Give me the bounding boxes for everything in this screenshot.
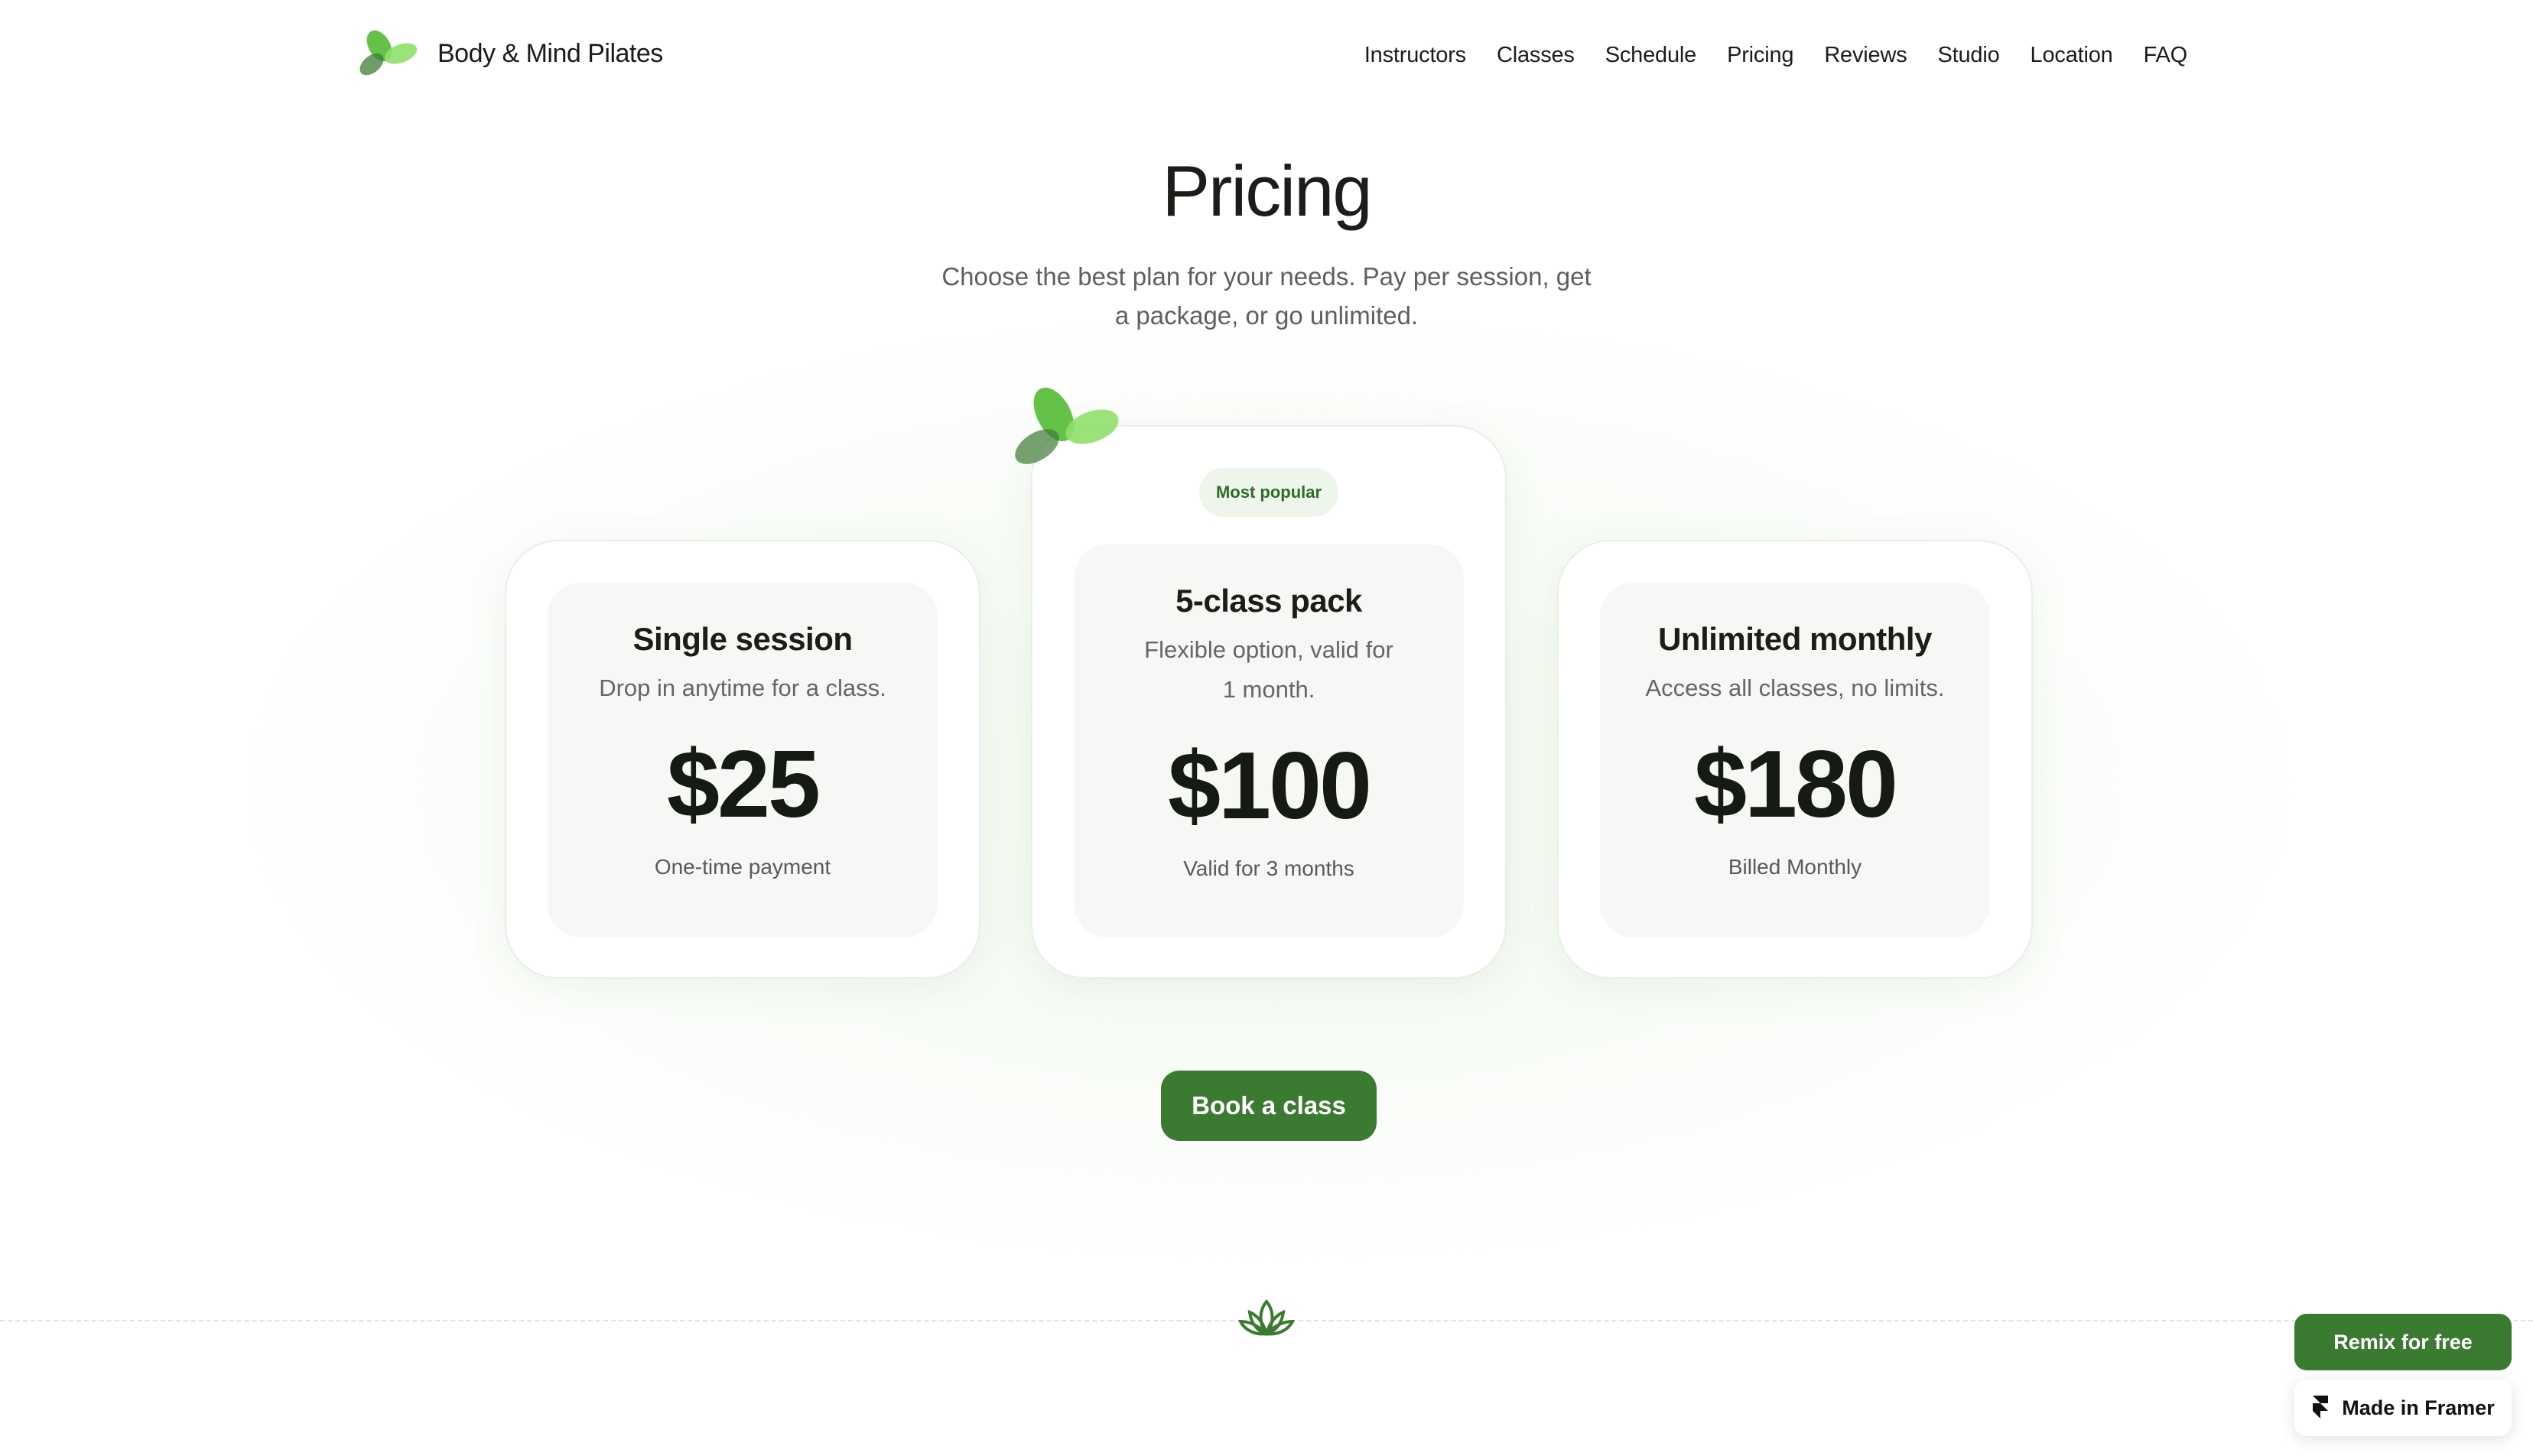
plan-name: Single session	[632, 621, 853, 657]
plan-description: Access all classes, no limits.	[1645, 674, 1945, 701]
plan-name: 5-class pack	[1175, 583, 1362, 619]
lotus-icon	[1237, 1298, 1296, 1337]
brand-name: Body & Mind Pilates	[437, 38, 663, 68]
book-class-button[interactable]: Book a class	[1161, 1071, 1377, 1141]
plan-price: $25	[667, 732, 821, 837]
pricing-card-content: 5-class pack Flexible option, valid for …	[1074, 544, 1464, 938]
plan-description: Drop in anytime for a class.	[599, 674, 886, 701]
main-nav: Instructors Classes Schedule Pricing Rev…	[1364, 43, 2187, 68]
plan-name: Unlimited monthly	[1658, 621, 1932, 657]
most-popular-badge: Most popular	[1199, 468, 1338, 517]
leaf-logo-icon	[359, 30, 418, 76]
framer-label: Made in Framer	[2342, 1396, 2495, 1419]
made-in-framer-badge[interactable]: Made in Framer	[2294, 1380, 2512, 1436]
nav-link-classes[interactable]: Classes	[1497, 43, 1575, 68]
nav-link-studio[interactable]: Studio	[1938, 43, 2000, 68]
pricing-card-unlimited: Unlimited monthly Access all classes, no…	[1557, 540, 2033, 979]
leaf-decoration-icon	[1015, 387, 1119, 464]
page-subtitle: Choose the best plan for your needs. Pay…	[941, 262, 1592, 330]
plan-price: $180	[1694, 732, 1898, 837]
plan-description: Flexible option, valid for 1 month.	[1144, 636, 1393, 703]
brand-logo[interactable]: Body & Mind Pilates	[352, 28, 663, 80]
remix-button[interactable]: Remix for free	[2294, 1314, 2512, 1370]
nav-link-pricing[interactable]: Pricing	[1727, 43, 1793, 68]
nav-link-location[interactable]: Location	[2031, 43, 2113, 68]
lotus-divider	[1236, 1295, 1297, 1341]
plan-price-note: One-time payment	[654, 855, 831, 879]
framer-icon	[2313, 1396, 2329, 1419]
nav-link-schedule[interactable]: Schedule	[1605, 43, 1697, 68]
nav-link-reviews[interactable]: Reviews	[1824, 43, 1907, 68]
nav-link-instructors[interactable]: Instructors	[1364, 43, 1466, 68]
pricing-card-content: Single session Drop in anytime for a cla…	[548, 583, 938, 938]
plan-price-note: Billed Monthly	[1728, 855, 1862, 879]
nav-link-faq[interactable]: FAQ	[2144, 43, 2188, 68]
page-title: Pricing	[1162, 151, 1372, 231]
pricing-card-content: Unlimited monthly Access all classes, no…	[1600, 583, 1990, 938]
pricing-card-single: Single session Drop in anytime for a cla…	[505, 540, 980, 979]
plan-price-note: Valid for 3 months	[1183, 856, 1354, 880]
plan-price: $100	[1168, 733, 1372, 839]
